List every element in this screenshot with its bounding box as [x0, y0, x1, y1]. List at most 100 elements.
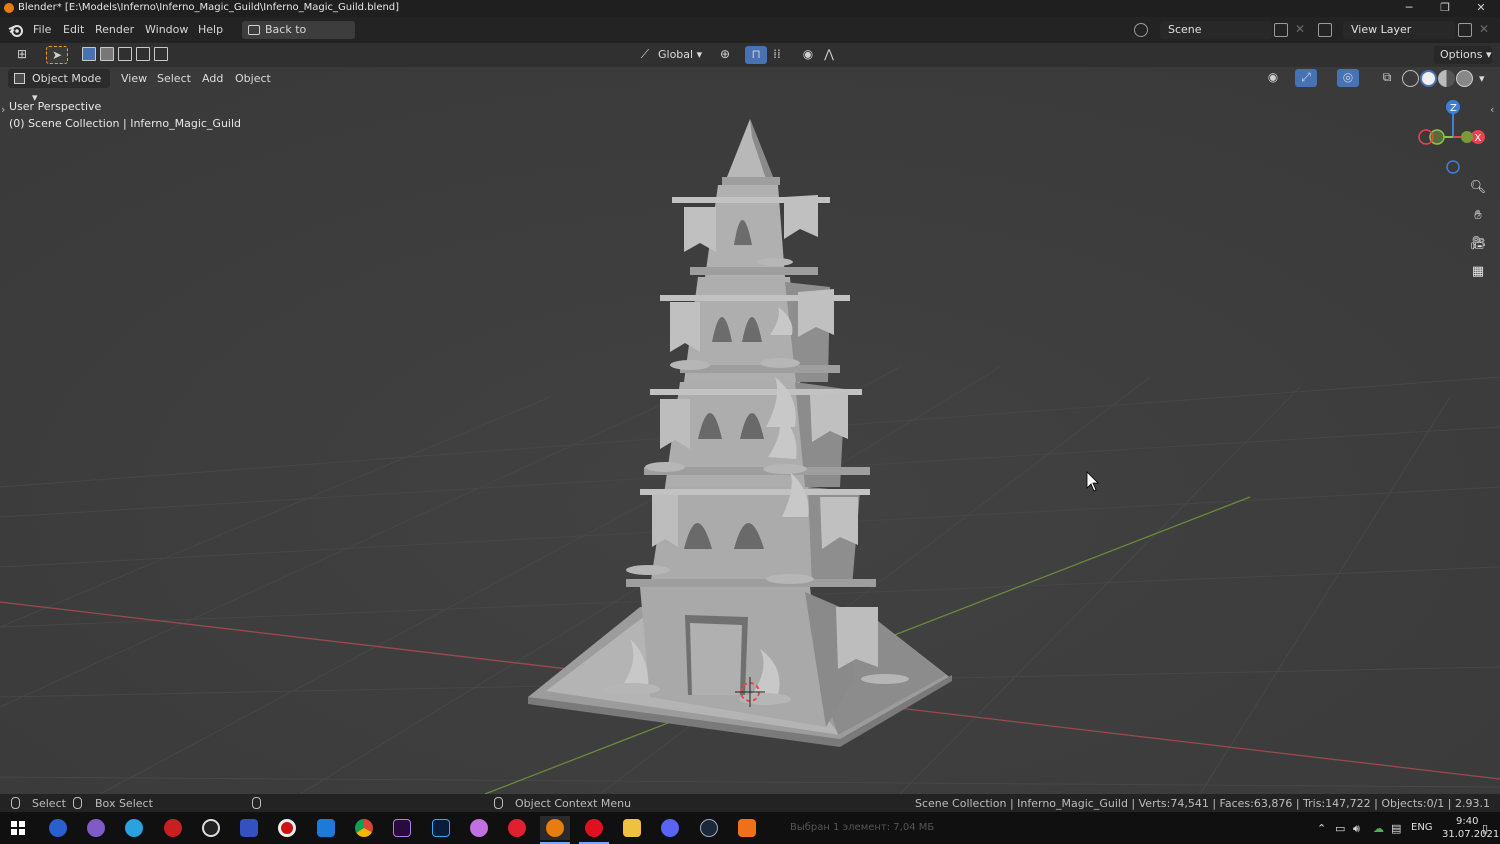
viewport-menu-select[interactable]: Select [157, 72, 191, 85]
taskbar-chrome-icon[interactable] [349, 816, 379, 840]
taskbar-opera-icon[interactable] [579, 816, 609, 844]
viewport-grid [0, 67, 1500, 794]
tray-language[interactable]: ENG [1411, 822, 1433, 833]
gizmo-neg-z-icon[interactable] [1446, 160, 1460, 174]
viewport-menu-view[interactable]: View [121, 72, 147, 85]
tray-date[interactable]: 31.07.2021 [1442, 829, 1499, 840]
show-gizmo-icon[interactable]: ⤢ [1295, 69, 1317, 87]
visibility-eye-icon[interactable]: ◉ [1262, 69, 1284, 87]
taskbar-telegram-icon[interactable] [119, 816, 149, 840]
taskbar-explorer-icon[interactable] [617, 816, 647, 840]
back-to-previous-button[interactable]: Back to Previous [242, 21, 355, 54]
taskbar-record-icon[interactable] [272, 816, 302, 840]
status-bar: Select Box Select Object Context Menu Sc… [0, 794, 1500, 812]
taskbar-viber-icon[interactable] [81, 816, 111, 840]
taskbar-blender-alt-icon[interactable] [732, 816, 762, 840]
scene-icon[interactable] [1134, 23, 1148, 37]
tray-volume-icon[interactable]: 🔊︎ [1353, 822, 1360, 836]
options-dropdown[interactable]: Options ▾ [1434, 46, 1492, 64]
tray-expand-icon[interactable]: ⌃ [1317, 822, 1326, 835]
status-select-label: Select [32, 797, 66, 810]
gizmo-neg-y-icon[interactable] [1429, 129, 1445, 145]
blender-menu-icon[interactable] [8, 22, 24, 38]
falloff-icon[interactable]: ⋀ [818, 46, 840, 64]
taskbar-app-icon[interactable] [464, 816, 494, 840]
delete-scene-icon[interactable]: ✕ [1295, 22, 1305, 36]
toolbar-toggle-icon[interactable]: › [1, 103, 5, 116]
tray-cloud-icon[interactable]: ☁ [1373, 822, 1384, 835]
viewport-menu-add[interactable]: Add [202, 72, 223, 85]
taskbar-discord-icon[interactable] [655, 816, 685, 840]
scene-statistics: Scene Collection | Inferno_Magic_Guild |… [915, 797, 1490, 810]
shading-options-chevron-icon[interactable]: ▾ [1479, 72, 1485, 85]
select-new-icon[interactable] [82, 47, 96, 61]
tray-chat-icon[interactable]: ▤ [1391, 822, 1401, 835]
orientation-dropdown[interactable]: Global ▾ [652, 46, 708, 64]
minimize-button[interactable]: ─ [1391, 0, 1427, 17]
drag-mouse-icon [73, 797, 82, 809]
taskbar-blender-icon[interactable] [540, 816, 570, 844]
proportional-edit-icon[interactable]: ◉ [797, 46, 819, 64]
material-shading-icon[interactable] [1438, 70, 1455, 87]
menu-edit[interactable]: Edit [63, 23, 84, 36]
taskbar-obs-icon[interactable] [196, 816, 226, 840]
object-mode-dropdown[interactable]: Object Mode ▾ [8, 69, 110, 104]
menu-help[interactable]: Help [198, 23, 223, 36]
menu-window[interactable]: Window [145, 23, 188, 36]
object-mode-icon [14, 73, 25, 84]
blender-logo-icon [4, 3, 14, 13]
pan-hand-icon[interactable]: ✋︎ [1467, 205, 1489, 227]
taskbar-ccleaner-icon[interactable] [311, 816, 341, 840]
maximize-button[interactable]: ❐ [1427, 0, 1463, 17]
menu-file[interactable]: File [33, 23, 51, 36]
editor-header: ⊞ ➤ ⟋ Global ▾ ⊕ ⊓ ⁞⁞ ◉ ⋀ Options ▾ [0, 43, 1500, 67]
solid-shading-icon[interactable] [1420, 70, 1437, 87]
window-titlebar: Blender* [E:\Models\Inferno\Inferno_Magi… [0, 0, 1500, 17]
select-extend-icon[interactable] [100, 47, 114, 61]
taskbar-steam-icon[interactable] [694, 816, 724, 840]
3d-viewport[interactable]: Z X 🔍︎ ✋︎ 🎥︎ ▦ ‹ › User Perspective (0) … [0, 67, 1500, 794]
tray-time[interactable]: 9:40 [1456, 816, 1478, 827]
viewport-menu-object[interactable]: Object [235, 72, 271, 85]
view-layer-icon[interactable] [1318, 23, 1332, 37]
menu-render[interactable]: Render [95, 23, 134, 36]
show-overlays-icon[interactable]: ◎ [1337, 69, 1359, 87]
windows-start-icon[interactable] [11, 821, 25, 835]
ortho-grid-icon[interactable]: ▦ [1467, 261, 1489, 283]
new-view-layer-icon[interactable] [1458, 23, 1472, 37]
zoom-icon[interactable]: 🔍︎ [1467, 177, 1489, 199]
taskbar-substance-icon[interactable] [502, 816, 532, 840]
gizmo-y-icon[interactable] [1461, 131, 1473, 143]
sidebar-toggle-icon[interactable]: ‹ [1490, 103, 1494, 116]
select-tool-icon[interactable]: ➤ [46, 46, 68, 64]
editor-type-icon[interactable]: ⊞ [8, 46, 36, 64]
tray-network-icon[interactable]: ▭ [1335, 822, 1345, 835]
scene-field[interactable]: Scene [1160, 21, 1272, 39]
notifications-icon[interactable]: ▯ [1482, 822, 1488, 835]
rendered-shading-icon[interactable] [1456, 70, 1473, 87]
taskbar-save-icon[interactable] [234, 816, 264, 840]
status-box-select-label: Box Select [95, 797, 153, 810]
navigation-gizmo[interactable]: Z X [1415, 97, 1490, 177]
xray-toggle-icon[interactable]: ⧉ [1376, 69, 1398, 87]
delete-view-layer-icon[interactable]: ✕ [1479, 22, 1489, 36]
back-icon [248, 25, 260, 35]
view-layer-field[interactable]: View Layer [1343, 21, 1455, 39]
select-invert-icon[interactable] [136, 47, 150, 61]
taskbar-recorder-icon[interactable] [158, 816, 188, 840]
viewport-header: Object Mode ▾ View Select Add Object ◉ ⤢… [0, 67, 1500, 104]
select-intersect-icon[interactable] [154, 47, 168, 61]
snap-target-icon[interactable]: ⁞⁞ [766, 46, 788, 64]
options-label: Options [1440, 48, 1483, 61]
snap-toggle-icon[interactable]: ⊓ [745, 46, 767, 64]
select-subtract-icon[interactable] [118, 47, 132, 61]
camera-view-icon[interactable]: 🎥︎ [1467, 233, 1489, 255]
wireframe-shading-icon[interactable] [1402, 70, 1419, 87]
pivot-point-icon[interactable]: ⊕ [714, 46, 736, 64]
close-button[interactable]: ✕ [1463, 0, 1499, 17]
taskbar-premiere-icon[interactable] [387, 816, 417, 840]
taskbar-firefox-icon[interactable] [43, 816, 73, 840]
new-scene-icon[interactable] [1274, 23, 1288, 37]
taskbar-photoshop-icon[interactable] [426, 816, 456, 840]
top-menu-bar: File Edit Render Window Help Back to Pre… [0, 17, 1500, 54]
